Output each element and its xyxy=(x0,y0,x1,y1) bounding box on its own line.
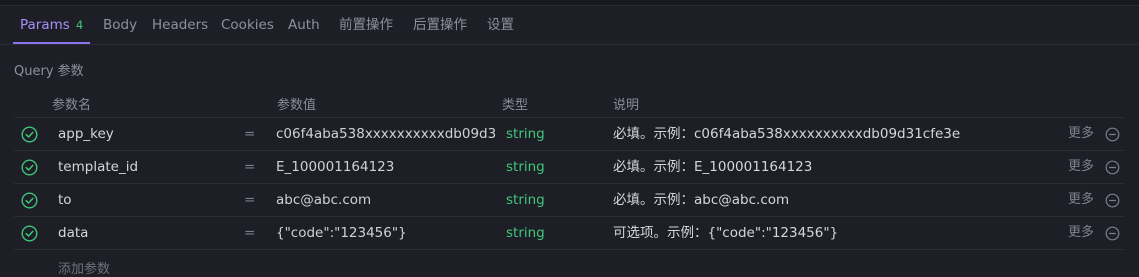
tab-body[interactable]: Body xyxy=(103,7,137,45)
tab-headers[interactable]: Headers xyxy=(152,7,208,45)
table-row: to = abc@abc.com string 必填。示例：abc@abc.co… xyxy=(14,184,1124,217)
remove-circle-icon[interactable] xyxy=(1105,226,1120,241)
equals-sign: = xyxy=(244,225,256,241)
table-header: 参数名 参数值 类型 说明 xyxy=(14,88,1124,118)
more-button[interactable]: 更多 xyxy=(1068,151,1094,184)
enabled-check-icon[interactable] xyxy=(21,225,38,242)
request-tabs: Params 4 Body Headers Cookies Auth 前置操作 后… xyxy=(0,7,1139,45)
param-value-field[interactable]: c06f4aba538xxxxxxxxxxdb09d31cfe xyxy=(276,118,496,151)
column-header-name: 参数名 xyxy=(52,98,92,113)
tab-pre-processors[interactable]: 前置操作 xyxy=(339,7,393,45)
enabled-check-icon[interactable] xyxy=(21,192,38,209)
active-tab-indicator xyxy=(13,42,90,44)
param-type-select[interactable]: string xyxy=(506,217,545,250)
param-name-field[interactable]: data xyxy=(58,217,88,250)
table-row: template_id = E_100001164123 string 必填。示… xyxy=(14,151,1124,184)
top-divider xyxy=(0,0,1139,6)
tab-post-processors[interactable]: 后置操作 xyxy=(413,7,467,45)
param-value-field[interactable]: abc@abc.com xyxy=(276,184,496,217)
table-row: app_key = c06f4aba538xxxxxxxxxxdb09d31cf… xyxy=(14,118,1124,151)
param-value-field[interactable]: E_100001164123 xyxy=(276,151,496,184)
param-description-field[interactable]: 必填。示例：E_100001164123 xyxy=(613,151,812,184)
param-type-select[interactable]: string xyxy=(506,151,545,184)
tab-settings[interactable]: 设置 xyxy=(487,7,514,45)
enabled-check-icon[interactable] xyxy=(21,159,38,176)
equals-sign: = xyxy=(244,126,256,142)
column-header-description: 说明 xyxy=(613,98,640,113)
tab-cookies[interactable]: Cookies xyxy=(221,7,274,45)
add-param-placeholder[interactable]: 添加参数 xyxy=(58,258,110,277)
remove-circle-icon[interactable] xyxy=(1105,160,1120,175)
column-header-type: 类型 xyxy=(502,98,529,113)
param-type-select[interactable]: string xyxy=(506,118,545,151)
param-type-select[interactable]: string xyxy=(506,184,545,217)
param-value-field[interactable]: {"code":"123456"} xyxy=(276,217,496,250)
param-name-field[interactable]: app_key xyxy=(58,118,114,151)
param-description-field[interactable]: 可选项。示例：{"code":"123456"} xyxy=(613,217,838,250)
equals-sign: = xyxy=(244,159,256,175)
tab-params[interactable]: Params 4 xyxy=(20,7,83,45)
table-row: data = {"code":"123456"} string 可选项。示例：{… xyxy=(14,217,1124,250)
params-count-badge: 4 xyxy=(75,18,84,32)
remove-circle-icon[interactable] xyxy=(1105,127,1120,142)
param-description-field[interactable]: 必填。示例：abc@abc.com xyxy=(613,184,789,217)
remove-circle-icon[interactable] xyxy=(1105,193,1120,208)
equals-sign: = xyxy=(244,192,256,208)
query-params-title: Query 参数 xyxy=(14,64,84,79)
more-button[interactable]: 更多 xyxy=(1068,217,1094,250)
param-name-field[interactable]: to xyxy=(58,184,72,217)
params-table: 参数名 参数值 类型 说明 app_key = c06f4aba538xxxxx… xyxy=(14,88,1124,250)
more-button[interactable]: 更多 xyxy=(1068,118,1094,151)
param-name-field[interactable]: template_id xyxy=(58,151,138,184)
tab-params-label: Params xyxy=(20,17,70,33)
enabled-check-icon[interactable] xyxy=(21,126,38,143)
param-description-field[interactable]: 必填。示例：c06f4aba538xxxxxxxxxxdb09d31cfe3e xyxy=(613,118,960,151)
column-header-value: 参数值 xyxy=(277,98,317,113)
more-button[interactable]: 更多 xyxy=(1068,184,1094,217)
tab-auth[interactable]: Auth xyxy=(288,7,320,45)
